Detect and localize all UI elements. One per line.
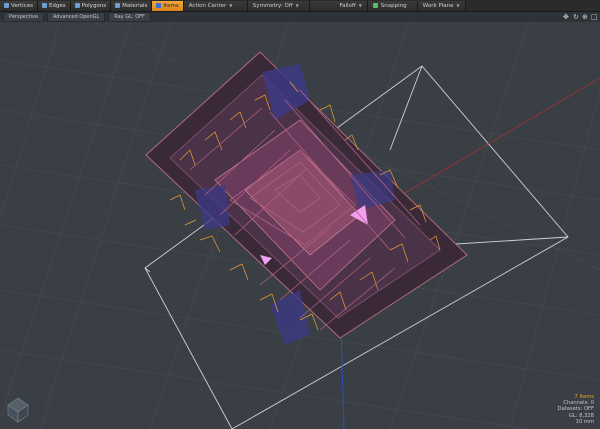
tab-polygons[interactable]: Polygons [70,0,112,11]
pan-icon[interactable]: ✥ [563,12,569,22]
chevron-down-icon: ▼ [358,3,362,8]
datasets-info: Datasets: OFF [557,406,594,413]
tab-vertices-label: Vertices [11,2,33,9]
work-plane-dropdown[interactable]: Work Plane ▼ [417,0,466,11]
falloff-dropdown[interactable]: Falloff ▼ [309,0,368,11]
symmetry-label: Symmetry: Off [252,2,293,9]
falloff-label: Falloff [339,2,356,9]
tab-materials-label: Materials [122,2,148,9]
projection-label: Perspective [9,14,38,20]
chevron-down-icon: ▼ [456,3,460,8]
unit-info: 10 mm [575,418,594,425]
chevron-down-icon: ▼ [229,3,233,8]
3d-viewport[interactable] [0,22,600,429]
tab-edges-label: Edges [48,2,66,9]
materials-icon [115,3,121,8]
shading-dropdown[interactable]: Advanced OpenGL [46,12,106,22]
tab-polygons-label: Polygons [81,2,107,9]
rotate-icon[interactable]: ↻ [573,12,579,22]
work-plane-label: Work Plane [422,2,454,9]
tab-vertices[interactable]: Vertices [0,0,38,11]
snapping-label: Snapping [380,2,407,9]
tab-edges[interactable]: Edges [37,0,71,11]
action-center-dropdown[interactable]: Action Center ▼ [183,0,248,11]
polygons-icon [74,3,80,8]
tab-items-label: Items [163,2,179,9]
edges-icon [41,3,47,8]
viewport-header: Perspective Advanced OpenGL Ray GL: OFF … [0,12,600,22]
vertices-icon [4,3,9,8]
zoom-icon[interactable]: ⊕ [582,12,588,22]
viewport-stats: 7 Items Channels: 0 Datasets: OFF GL: 8,… [558,394,594,425]
projection-dropdown[interactable]: Perspective [3,12,44,22]
chevron-down-icon: ▼ [295,3,299,8]
ray-gl-label: Ray GL: OFF [114,14,145,20]
action-center-label: Action Center [188,2,227,9]
items-icon [156,3,162,8]
symmetry-dropdown[interactable]: Symmetry: Off ▼ [247,0,310,11]
ray-gl-toggle[interactable]: Ray GL: OFF [108,12,151,22]
shading-label: Advanced OpenGL [52,14,100,20]
tab-items[interactable]: Items [152,0,184,11]
top-toolbar: Vertices Edges Polygons Materials Items … [0,0,600,12]
checkbox-icon [372,3,378,8]
snapping-toggle[interactable]: Snapping [367,0,418,11]
tab-materials[interactable]: Materials [111,0,153,11]
maximize-icon[interactable]: □ [591,12,598,22]
